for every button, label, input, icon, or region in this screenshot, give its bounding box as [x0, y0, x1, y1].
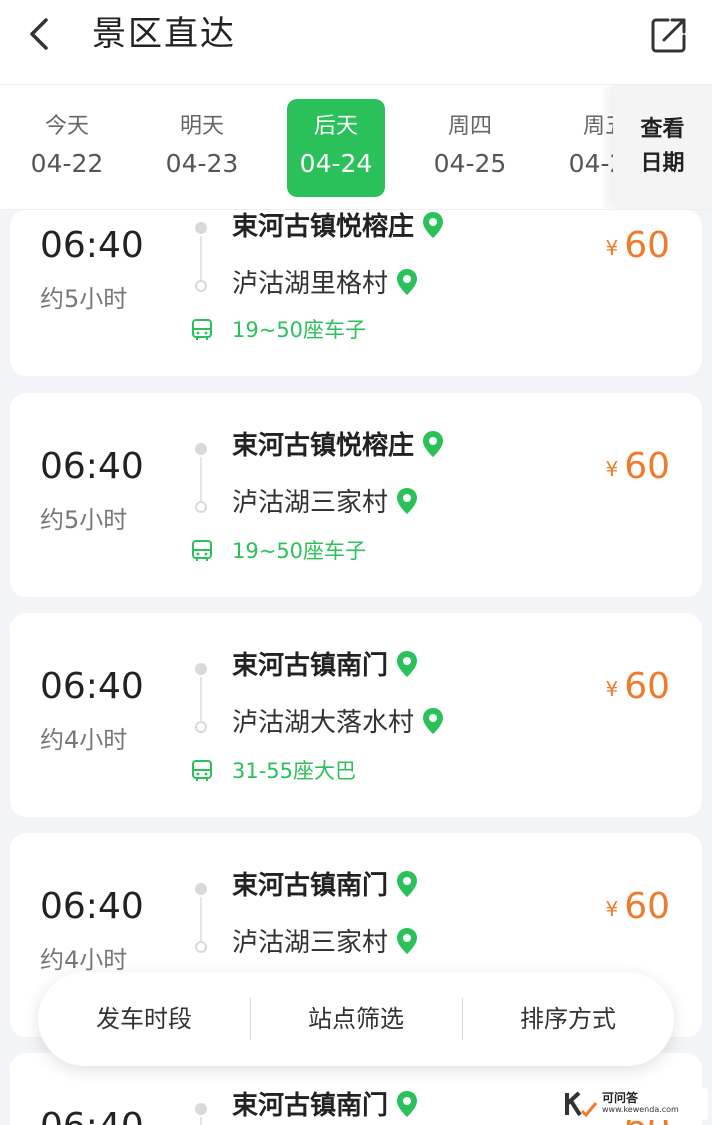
vehicle-type: 19~50座车子 — [232, 318, 367, 342]
departure-time: 06:40 — [40, 666, 144, 707]
destination-stop[interactable]: 泸沽湖大落水村 — [232, 706, 444, 740]
price-amount: 60 — [624, 666, 670, 707]
origin-stop-name: 束河古镇南门 — [232, 871, 389, 901]
destination-stop[interactable]: 泸沽湖里格村 — [232, 267, 418, 301]
date-tab-day-after-tomorrow[interactable]: 后天 04-24 — [287, 99, 385, 197]
trip-duration: 约5小时 — [40, 506, 128, 534]
date-tab-thursday[interactable]: 周四 04-25 — [421, 99, 519, 197]
departure-time: 06:40 — [40, 886, 144, 927]
origin-stop-name: 束河古镇南门 — [232, 1091, 389, 1121]
date-tab-tomorrow[interactable]: 明天 04-23 — [153, 99, 251, 197]
location-pin-icon[interactable] — [396, 927, 418, 955]
origin-dot — [195, 883, 207, 895]
origin-stop[interactable]: 束河古镇悦榕庄 — [232, 210, 444, 244]
filter-sort-button[interactable]: 排序方式 — [462, 972, 674, 1066]
destination-stop-name: 泸沽湖三家村 — [232, 928, 389, 958]
departure-time: 06:40 — [40, 446, 144, 487]
view-date-button[interactable]: 查看 日期 — [613, 85, 712, 209]
origin-stop-name: 束河古镇悦榕庄 — [232, 212, 415, 242]
trip-duration: 约4小时 — [40, 726, 128, 754]
route-line — [200, 236, 202, 282]
currency-symbol: ¥ — [605, 236, 619, 260]
price-amount: 60 — [624, 886, 670, 927]
watermark-text: 可问答 — [602, 1091, 639, 1105]
vehicle-type: 31-55座大巴 — [232, 759, 357, 783]
destination-stop-name: 泸沽湖大落水村 — [232, 708, 415, 738]
currency-symbol: ¥ — [605, 897, 619, 921]
route-line — [200, 457, 202, 503]
vehicle-type: 19~50座车子 — [232, 539, 367, 563]
location-pin-icon[interactable] — [396, 487, 418, 515]
back-arrow-icon[interactable] — [22, 14, 56, 54]
watermark-url: www.kewenda.com — [602, 1105, 679, 1114]
location-pin-icon[interactable] — [396, 268, 418, 296]
date-tab-today[interactable]: 今天 04-22 — [18, 99, 116, 197]
view-date-label-line1: 查看 — [640, 117, 685, 142]
destination-stop-name: 泸沽湖三家村 — [232, 488, 389, 518]
trip-duration: 约5小时 — [40, 285, 128, 313]
destination-stop[interactable]: 泸沽湖三家村 — [232, 926, 418, 960]
origin-dot — [195, 443, 207, 455]
currency-symbol: ¥ — [605, 677, 619, 701]
bus-icon — [192, 540, 212, 561]
location-pin-icon[interactable] — [422, 211, 444, 239]
date-tab-date: 04-23 — [165, 149, 239, 178]
destination-stop[interactable]: 泸沽湖三家村 — [232, 486, 418, 520]
app-header: 景区直达 — [0, 0, 712, 84]
price-amount: 60 — [624, 225, 670, 266]
filter-departure-time-button[interactable]: 发车时段 — [38, 972, 250, 1066]
date-tab-date: 04-22 — [30, 149, 104, 178]
departure-time: 06:40 — [40, 225, 144, 266]
departure-time: 06:40 — [40, 1105, 144, 1125]
date-selector: 今天 04-22 明天 04-23 后天 04-24 周四 04-25 周五 0… — [0, 84, 712, 210]
date-tab-date: 04-25 — [433, 149, 507, 178]
origin-stop-name: 束河古镇悦榕庄 — [232, 431, 415, 461]
destination-dot — [195, 280, 207, 292]
destination-stop-name: 泸沽湖里格村 — [232, 269, 389, 299]
watermark-logo-icon — [565, 1091, 598, 1117]
date-tab-date: 04-24 — [299, 149, 373, 178]
route-line — [200, 1117, 202, 1125]
date-tab-dow: 今天 — [44, 114, 89, 139]
date-tab-dow: 明天 — [179, 114, 224, 139]
bus-icon — [192, 760, 212, 781]
destination-dot — [195, 941, 207, 953]
trip-card[interactable]: 06:40 约5小时 束河古镇悦榕庄 泸沽湖三家村 19~50座车子 ¥60 — [10, 393, 702, 597]
share-external-icon[interactable] — [648, 14, 690, 56]
destination-dot — [195, 721, 207, 733]
trip-duration: 约4小时 — [40, 946, 128, 974]
currency-symbol: ¥ — [605, 457, 619, 481]
route-line — [200, 897, 202, 943]
location-pin-icon[interactable] — [396, 1090, 418, 1118]
trip-card[interactable]: 06:40 约5小时 束河古镇悦榕庄 泸沽湖里格村 19~50座车子 ¥60 — [10, 210, 702, 376]
origin-dot — [195, 222, 207, 234]
ticket-price: ¥60 — [605, 445, 670, 489]
date-tab-dow: 周四 — [447, 114, 492, 139]
origin-stop[interactable]: 束河古镇南门 — [232, 869, 418, 903]
price-amount: 60 — [624, 446, 670, 487]
page-title: 景区直达 — [92, 14, 236, 54]
location-pin-icon[interactable] — [422, 430, 444, 458]
trip-card[interactable]: 06:40 约4小时 束河古镇南门 泸沽湖大落水村 31-55座大巴 ¥60 — [10, 613, 702, 817]
route-line — [200, 677, 202, 723]
filter-station-button[interactable]: 站点筛选 — [250, 972, 462, 1066]
filter-bar: 发车时段 站点筛选 排序方式 — [38, 972, 674, 1066]
location-pin-icon[interactable] — [396, 870, 418, 898]
location-pin-icon[interactable] — [396, 650, 418, 678]
view-date-label-line2: 日期 — [640, 151, 685, 176]
ticket-price: ¥60 — [605, 665, 670, 709]
location-pin-icon[interactable] — [422, 707, 444, 735]
bus-icon — [192, 319, 212, 340]
origin-stop[interactable]: 束河古镇悦榕庄 — [232, 429, 444, 463]
ticket-price: ¥60 — [605, 224, 670, 268]
origin-stop-name: 束河古镇南门 — [232, 651, 389, 681]
origin-stop[interactable]: 束河古镇南门 — [232, 649, 418, 683]
date-tab-dow: 后天 — [313, 114, 358, 139]
origin-dot — [195, 663, 207, 675]
destination-dot — [195, 501, 207, 513]
origin-stop[interactable]: 束河古镇南门 — [232, 1089, 418, 1123]
ticket-price: ¥60 — [605, 885, 670, 929]
watermark: 可问答 www.kewenda.com — [560, 1088, 708, 1120]
origin-dot — [195, 1103, 207, 1115]
